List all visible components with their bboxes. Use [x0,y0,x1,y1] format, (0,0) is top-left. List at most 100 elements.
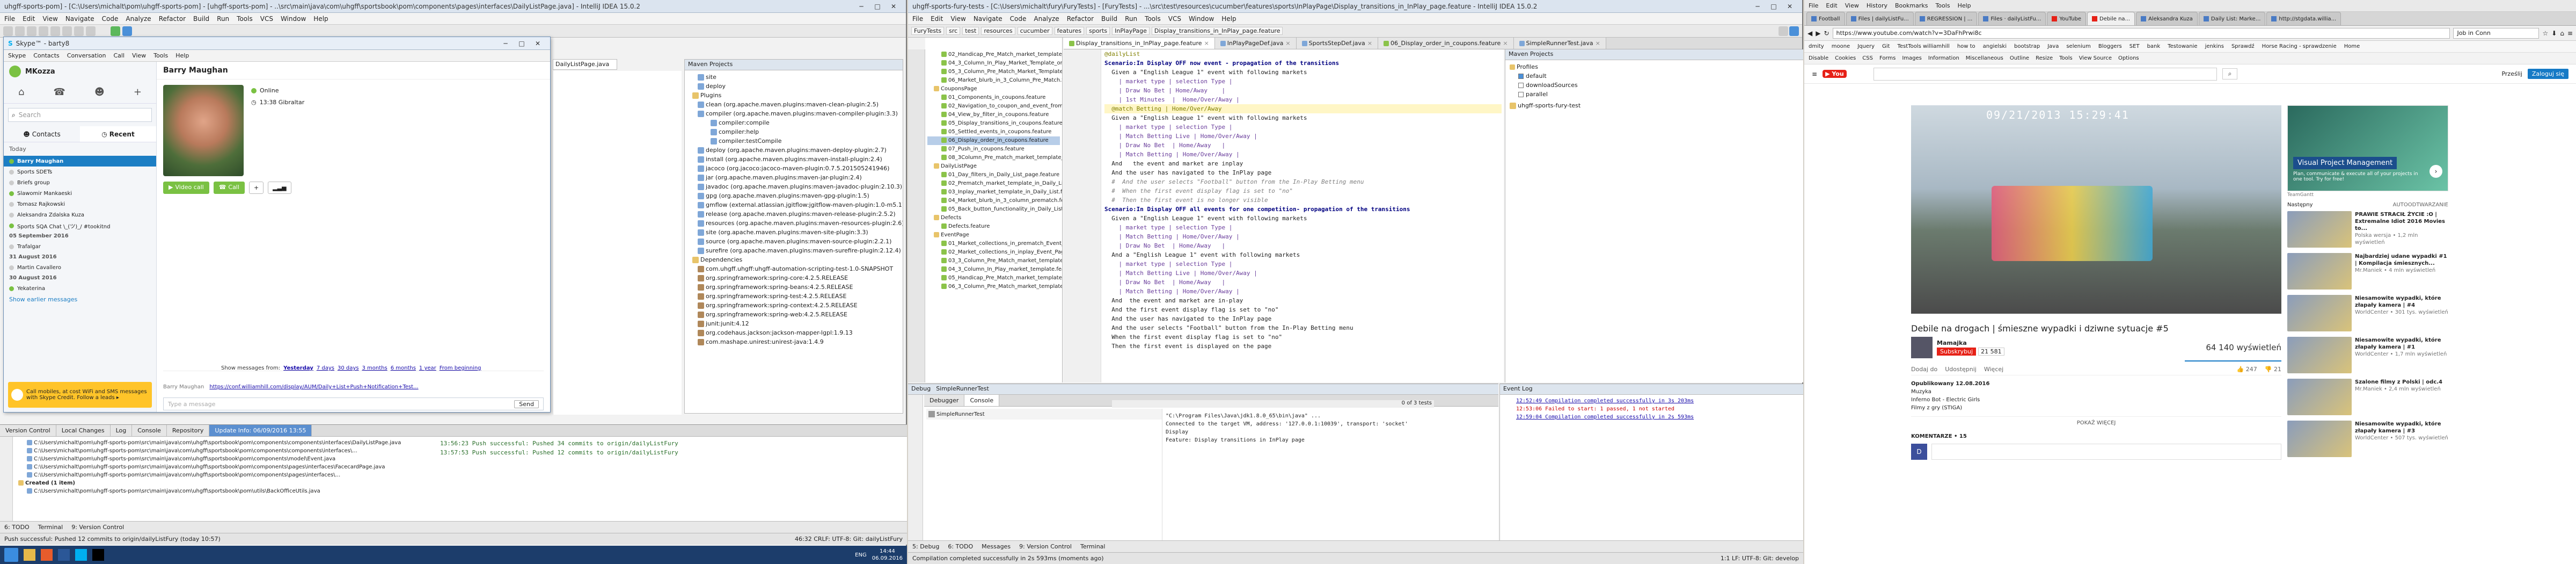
skype-promo-banner[interactable]: Call mobiles, at cost WiFi and SMS messa… [8,382,152,408]
sign-in-button[interactable]: Zaloguj się [2527,69,2568,79]
vcs-tab[interactable]: Console [132,425,167,436]
channel-name[interactable]: Mamajka [1937,339,2004,346]
menu-item[interactable]: Run [1125,15,1137,23]
subscribe-button[interactable]: Subskrybuj [1937,348,1977,356]
bookmark-item[interactable]: SET [2129,44,2140,49]
left-editor-tab[interactable]: DailyListPage.java [553,59,617,70]
tree-node[interactable]: javadoc (org.apache.maven.plugins:maven-… [687,182,902,191]
breadcrumb-item[interactable]: sports [1086,27,1110,35]
menu-item[interactable]: Navigate [974,15,1002,23]
tree-node[interactable]: 02_Market_collections_in_inplay_Event_Pa… [927,248,1062,257]
browser-tab[interactable]: Files · dailyListFu... [1978,12,2046,25]
back-icon[interactable]: ◀ [1807,30,1812,37]
close-icon[interactable]: ✕ [1782,1,1798,12]
webdev-menu-item[interactable]: Outline [2010,55,2029,61]
browser-tab[interactable]: REGRESSION | ... [1914,12,1978,25]
tree-node[interactable]: 05_Handicap_Pre_Match_market_template.fe… [927,274,1062,283]
related-video[interactable]: Szalone filmy z Polski | odc.4 Mr.Maniek … [2287,379,2448,415]
cut-icon[interactable] [62,26,72,36]
vcs-file[interactable]: C:\Users\michalt\pom\uhgff-sports-pom\sr… [16,463,435,471]
recent-tab[interactable]: ◷ Recent [80,126,156,142]
youtube-search-button[interactable]: ⌕ [2222,68,2238,79]
contact-item[interactable]: Sports SQA Chat \_(ツ)_/ #tookitnd [4,220,156,231]
menu-item[interactable]: Call [114,52,125,59]
comment-input[interactable] [1931,444,2281,460]
tree-node[interactable]: 06_3_Column_Pre_Match_market_template_te… [927,283,1062,291]
tree-node[interactable]: 02_Navigation_to_coupon_and_event_from_c… [927,102,1062,111]
debug-tab[interactable]: Console [964,395,1000,406]
close-tab-icon[interactable]: × [1596,40,1600,47]
bookmark-item[interactable]: Jquery [1857,44,1875,49]
vcs-tab[interactable]: Local Changes [56,425,111,436]
skype-user[interactable]: MKozza [25,68,55,76]
show-earlier-link[interactable]: Show earlier messages [4,294,156,305]
tool-window-button[interactable]: 6: TODO [4,524,30,531]
webdev-menu-item[interactable]: View Source [2079,55,2112,61]
guide-menu-icon[interactable]: ≡ [1812,70,1817,78]
bookmark-item[interactable]: TestTools williamhill [1897,44,1949,49]
call-quality-button[interactable]: ▂▃▅ [268,182,291,194]
menu-item[interactable]: Tools [1935,2,1950,9]
tree-node[interactable]: 04_Market_blurb_in_3_column_prematch.fea… [927,197,1062,205]
tree-node[interactable]: 04_3_Column_In_Play_market_template.feat… [927,265,1062,274]
maximize-icon[interactable]: □ [1766,1,1782,12]
webdev-menu-item[interactable]: Resize [2036,55,2053,61]
close-tab-icon[interactable]: × [1503,40,1507,47]
home-icon[interactable]: ⌂ [18,86,24,98]
word-icon[interactable] [58,549,70,561]
vcs-file[interactable]: Created (1 item) [16,479,435,487]
video-player[interactable]: 09/21/2013 15:29:41 [1911,105,2281,314]
bookmark-item[interactable]: Horse Racing - sprawdzenie [2262,44,2337,49]
tree-node[interactable]: Defects [927,214,1060,222]
close-icon[interactable]: ✕ [530,38,546,49]
explorer-icon[interactable] [24,549,35,561]
related-video[interactable]: Niesamowite wypadki, które złapały kamer… [2287,421,2448,457]
debug-console[interactable]: "C:\Program Files\Java\jdk1.8.0_65\bin\j… [1166,412,1493,541]
close-tab-icon[interactable]: × [1367,40,1372,47]
related-video[interactable]: Najbardziej udane wypadki #1 | Kompilacj… [2287,253,2448,290]
tree-node[interactable]: 02_Handicap_Pre_Match_market_template_on… [927,50,1062,59]
contact-item[interactable]: Trafalgar [4,241,156,252]
webdev-menu-item[interactable]: Information [1928,55,1959,61]
tree-node[interactable]: gmflow (external.atlassian.jgitflow:jgit… [687,200,903,209]
browser-tab[interactable]: Aleksandra Kuza [2136,12,2198,25]
tree-node[interactable]: com.mashape.unirest:unirest-java:1.4.9 [687,337,901,346]
tree-node[interactable]: 05_Back_button_functionality_in_Daily_Li… [927,205,1062,214]
start-button-icon[interactable] [4,548,18,562]
close-tab-icon[interactable]: × [1285,40,1290,47]
contact-item[interactable]: Aleksandra Zdalska Kuza [4,209,156,220]
save-icon[interactable] [15,26,25,36]
tool-window-button[interactable]: 6: TODO [948,543,973,550]
browser-tab[interactable]: Daily List: Marke... [2198,12,2266,25]
debug-config[interactable]: SimpleRunnerTest [936,385,989,393]
tree-node[interactable]: 03_3_Column_Pre_Match_market_template.fe… [927,257,1062,265]
tool-window-button[interactable]: 5: Debug [912,543,939,550]
debug-icon[interactable] [122,26,132,36]
tree-node[interactable]: 01_Day_filters_in_Daily_List_page.featur… [927,171,1060,179]
menu-item[interactable]: Tools [153,52,168,59]
filter-yesterday[interactable]: Yesterday [283,365,313,371]
editor-tab[interactable]: SportsStepDef.java × [1296,38,1379,49]
breadcrumb-item[interactable]: Display_transitions_in_InPlay_page.featu… [1151,27,1283,35]
sync-icon[interactable] [27,26,36,36]
minimize-icon[interactable]: ─ [1750,1,1766,12]
debug-tab[interactable]: Debugger [924,395,965,406]
run-icon[interactable] [111,26,120,36]
menu-item[interactable]: Edit [1826,2,1837,9]
menu-item[interactable]: Analyze [126,15,151,23]
skype-taskbar-icon[interactable] [75,549,87,561]
menu-item[interactable]: View [132,52,146,59]
tool-window-button[interactable]: Messages [982,543,1011,550]
maven-project-node[interactable]: uhgff-sports-fury-test [1505,101,1803,110]
tree-node[interactable]: site (org.apache.maven.plugins:maven-sit… [687,228,901,237]
editor-tab[interactable]: 06_Display_order_in_coupons.feature × [1378,38,1514,49]
tree-node[interactable]: site [687,73,901,82]
maximize-icon[interactable]: □ [514,38,530,49]
tree-node[interactable]: org.codehaus.jackson:jackson-mapper-lgpl… [687,328,901,337]
upload-button[interactable]: Prześlij [2501,70,2522,77]
browser-tab[interactable]: Files | dailyListFu... [1846,12,1914,25]
tree-node[interactable]: compiler (org.apache.maven.plugins:maven… [687,109,901,118]
skype-search[interactable]: ⌕ Search [8,108,152,122]
menu-item[interactable]: Help [1221,15,1236,23]
menu-item[interactable]: Contacts [33,52,60,59]
